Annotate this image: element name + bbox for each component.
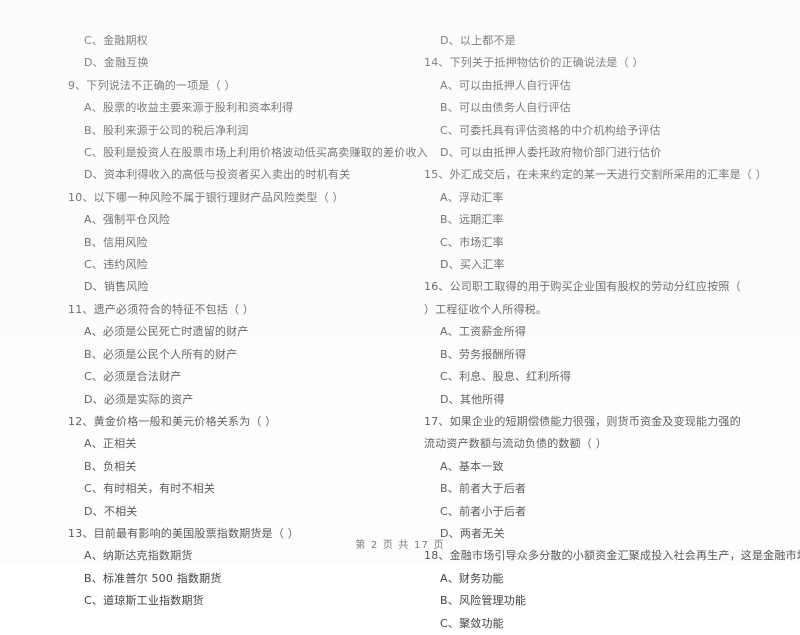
option-item: C、违约风险 [84,258,148,272]
exam-page: C、金融期权 D、金融互换 9、下列说法不正确的一项是（ ） A、股票的收益主要… [0,0,800,630]
question-stem: 15、外汇成交后，在未来约定的某一天进行交割所采用的汇率是（ ） [424,168,767,182]
option-item: C、必须是合法财产 [84,370,182,384]
option-item: C、股利是投资人在股票市场上利用价格波动低买高卖赚取的差价收入 [84,146,428,160]
option-item: B、可以由债务人自行评估 [440,101,571,115]
option-item: B、股利来源于公司的税后净利润 [84,123,249,137]
option-item: D、必须是实际的资产 [84,392,194,406]
page-footer: 第 2 页 共 17 页 [355,540,445,551]
option-item: A、正相关 [84,437,137,451]
option-item: C、市场汇率 [440,235,504,249]
option-item: D、资本利得收入的高低与投资者买入卖出的时机有关 [84,168,351,182]
option-item: C、利息、股息、红利所得 [440,370,572,384]
question-stem: 16、公司职工取得的用于购买企业国有股权的劳动分红应按照（ ）工程征收个人所得税… [424,280,741,316]
option-item: D、不相关 [84,504,138,518]
option-item: D、销售风险 [84,280,149,294]
question-stem: 17、如果企业的短期偿债能力很强，则货币资金及变现能力强的流动资产数额与流动负债… [424,414,741,451]
option-item: C、前者小于后者 [440,504,527,518]
option-item: C、可委托具有评估资格的中介机构给予评估 [440,123,661,137]
option-item: B、必须是公民个人所有的财产 [84,347,238,361]
option-item: B、远期汇率 [440,213,504,227]
option-item: D、以上都不是 [440,34,516,47]
question-stem: 12、黄金价格一般和美元价格关系为（ ） [68,414,277,428]
option-item: C、金融期权 [84,34,148,47]
option-item: A、浮动汇率 [440,190,504,204]
option-item: D、金融互换 [84,56,149,70]
option-item: A、工资薪金所得 [440,325,527,339]
option-item: D、买入汇率 [440,258,505,272]
option-item: B、劳务报酬所得 [440,347,527,361]
question-stem: 14、下列关于抵押物估价的正确说法是（ ） [424,56,644,70]
option-item: C、有时相关，有时不相关 [84,482,216,496]
option-item: B、前者大于后者 [440,482,527,496]
option-item: B、信用风险 [84,235,148,249]
option-item: A、必须是公民死亡时遗留的财产 [84,325,249,339]
option-item: D、其他所得 [440,392,505,406]
option-item: A、股票的收益主要来源于股利和资本利得 [84,101,294,115]
option-item: D、可以由抵押人委托政府物价部门进行估价 [440,146,662,160]
option-item: C、道琼斯工业指数期货 [84,594,204,608]
question-stem: 9、下列说法不正确的一项是（ ） [68,78,236,92]
option-item: C、聚敛功能 [440,616,504,630]
question-stem: 11、遗产必须符合的特征不包括（ ） [68,302,255,316]
option-item: B、负相关 [84,459,137,473]
option-item: A、基本一致 [440,459,504,473]
option-item: A、强制平仓风险 [84,213,171,227]
option-item: B、标准普尔 500 指数期货 [84,571,222,585]
question-stem: 10、以下哪一种风险不属于银行理财产品风险类型（ ） [68,190,344,204]
option-item: A、财务功能 [440,571,504,585]
option-item: A、可以由抵押人自行评估 [440,78,571,92]
option-item: B、风险管理功能 [440,594,527,608]
